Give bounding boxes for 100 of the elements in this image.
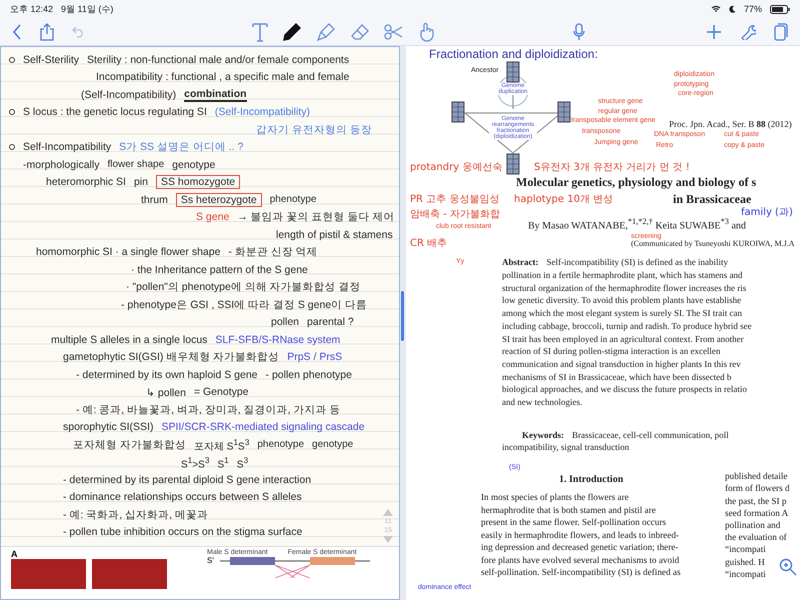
handwritten-note: S$^{1}$ [217, 454, 229, 470]
share-icon[interactable] [40, 22, 54, 40]
paper-title: Molecular genetics, physiology and biology of s [516, 175, 758, 190]
back-icon[interactable] [12, 24, 22, 40]
handwritten-note: pin [134, 176, 148, 188]
scissors-icon[interactable] [384, 22, 404, 40]
handwritten-note: thrum [141, 194, 168, 206]
handwritten-note: Self-Sterility [23, 54, 80, 66]
handwritten-note: S locus : the genetic locus regulating SI [23, 106, 207, 118]
handwritten-note: - dominance relationships occurs between S alleles [63, 491, 302, 504]
handwritten-annotation: family (과) [741, 206, 793, 219]
handwritten-annotation: 암배축 - 자가불화합 [410, 208, 500, 221]
handwritten-note: phenotype [257, 439, 304, 450]
eraser-icon[interactable] [350, 22, 370, 40]
wrench-icon[interactable] [740, 24, 756, 40]
handwritten-note: → 불임과 꽃의 표현형 둘다 제어 [237, 210, 394, 224]
abstract-text: and new technologies. [502, 397, 582, 408]
highlighter-icon[interactable] [316, 22, 336, 42]
wifi-icon [710, 5, 721, 13]
chromosome-icon [557, 101, 571, 123]
handwritten-note: pollen [271, 316, 300, 328]
pages-icon[interactable] [774, 22, 788, 40]
handwritten-note: genotype [172, 158, 216, 171]
abstract-text: among which the most elegant system is surely SI. The SI trait can [502, 308, 742, 318]
microphone-icon[interactable] [573, 22, 585, 40]
handwritten-note: ↳ pollen [146, 386, 186, 399]
body-text: the past, the SI p [725, 494, 786, 507]
abstract-text: reaction of SI during pollen-stigma interaction is an excellen [502, 346, 720, 356]
status-time: 오후 12:42 [10, 2, 54, 16]
abstract-text: biological approaches, and we discuss the future prospects in relatio [502, 384, 747, 394]
authors: By Masao WATANABE,$^{*1,*2,†}$ Keita SUWABE$^{*3}$ and [528, 217, 746, 232]
handwritten-note: Incompatibility : functional , a specific male and female [96, 71, 350, 84]
hand-icon[interactable] [418, 22, 436, 42]
body-text: seed formation A [725, 506, 788, 519]
handwritten-note: SLF-SFB/S-RNase system [215, 334, 340, 346]
chromosome-icon [506, 153, 520, 175]
zoom-icon[interactable] [779, 558, 797, 576]
handwritten-note: (Self-Incompatibility) [214, 106, 310, 118]
battery-percent: 77% [744, 4, 762, 14]
handwritten-annotation: S유전자 3개 유전자 거리가 먼 것 ! [534, 161, 690, 174]
handwritten-note: 포자체형 자가불화합성 [73, 438, 186, 452]
handwritten-note: - pollen phenotype [266, 368, 352, 381]
row-label: S' [207, 556, 214, 565]
body-text: self-pollination. Self-incompatibility (SI) is defined as [481, 566, 682, 579]
handwritten-note: - phenotype은 GSI , SSI에 따라 결정 S gene이 다름 [121, 298, 368, 312]
abstract-label: Abstract: [502, 257, 538, 268]
body-text: “incompati [725, 543, 766, 556]
handwritten-note: S가 SS 설명은 어디에 .. ? [119, 140, 244, 154]
handwritten-note: - determined by its parental diploid S gene interaction [63, 474, 312, 486]
handwritten-note: · "pollen"의 phenotype에 의해 자가불화합성 결정 [126, 280, 361, 294]
communicated-line: (Communicated by Tsuneyoshi KUROIWA, M.J.A [631, 239, 796, 248]
battery-icon [770, 4, 790, 14]
pen-icon[interactable] [282, 22, 302, 42]
section-heading: 1. Introduction [559, 474, 624, 486]
text-tool-icon[interactable] [252, 22, 268, 42]
abstract-text: SI trait has been employed in an agricultural context. From another [502, 334, 744, 344]
handwritten-note: 갑자기 유전자형의 등장 [256, 122, 372, 137]
handwritten-note: gametophytic SI(GSI) 배우체형 자가불화합성 [63, 350, 280, 364]
chromosome-icon [451, 101, 465, 123]
body-text: “incompati [725, 568, 766, 580]
handwritten-note: length of pistil & stamens [276, 228, 393, 241]
body-text: hermaphrodite that is both stamen and pistil are [481, 504, 657, 516]
status-date: 9월 11일 (수) [61, 2, 114, 16]
handwritten-note: combination [184, 88, 247, 102]
handwritten-note: parental ? [307, 316, 354, 328]
slide-title: Fractionation and diploidization: [429, 46, 599, 61]
handwritten-note: (Self-Incompatibility) [81, 88, 176, 101]
handwritten-note: phenotype [270, 194, 316, 206]
handwritten-note: -morphologically [23, 158, 100, 171]
handwritten-note: Self-Incompatibility [23, 141, 112, 154]
abstract-text: communication and signal transduction in higher plants In this rev [502, 358, 741, 369]
handwritten-annotation: haplotype 10개 변성 [514, 193, 614, 206]
handwritten-note: S$^{1}$>S$^{3}$ [181, 454, 210, 470]
handwritten-note: flower shape [107, 159, 164, 170]
abstract-text: Self-incompatibility (SI) is defined as the inability [546, 257, 728, 268]
handwritten-note: S$^{3}$ [236, 454, 248, 470]
body-text: easily in hermaphrodite flowers, and leads to inbreed- [481, 528, 680, 542]
handwritten-note: SS homozygote [156, 175, 240, 190]
chromosome-icon [506, 61, 520, 83]
moon-icon [728, 5, 736, 13]
handwritten-note: homomorphic SI · a single flower shape [36, 246, 220, 258]
handwritten-note: sporophytic SI(SSI) [63, 421, 154, 434]
citation: Proc. Jpn. Acad., Ser. B 88 (2012) [669, 119, 792, 129]
keywords-label: Keywords: [522, 430, 564, 440]
paper-title: in Brassicaceae [673, 192, 752, 207]
abstract-text: structural organization of the hermaphrodite flower increases the ris [502, 282, 746, 293]
body-text: guished. H [725, 556, 765, 568]
handwritten-note: - determined by its own haploid S gene [76, 368, 258, 381]
abstract-text: low genetic diversity. To avoid this problem plants have establishe [502, 295, 742, 306]
handwritten-annotation: protandry 웅예선숙 [410, 161, 502, 174]
handwritten-annotation: PR 고추 웅성불임성 [410, 193, 500, 206]
body-text: ing depression and decreased genetic variation; there- [481, 541, 680, 554]
add-icon[interactable] [706, 24, 722, 40]
handwritten-annotation: CR 배추 [410, 237, 448, 250]
abstract-text: pollination in a fertile hermaphrodite plant, which has stamens and [502, 270, 742, 280]
handwritten-note: - 예: 국화과, 십자화과, 메꽃과 [63, 508, 208, 522]
body-text: pollination and [725, 518, 780, 532]
handwritten-note: SPII/SCR-SRK-mediated signaling cascade [161, 421, 365, 434]
keywords-text: incompatibility, signal transduction [502, 442, 630, 452]
handwritten-note: S gene [196, 211, 230, 224]
